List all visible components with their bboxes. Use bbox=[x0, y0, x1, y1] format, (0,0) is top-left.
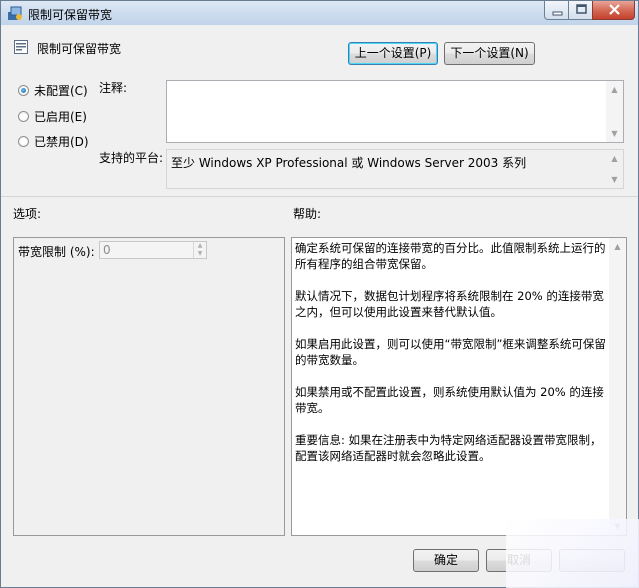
help-paragraph: 如果启用此设置，则可以使用“带宽限制”框来调整系统可保留的带宽数量。 bbox=[295, 337, 606, 367]
maximize-button[interactable] bbox=[568, 1, 593, 20]
radio-indicator[interactable] bbox=[18, 85, 29, 96]
radio-indicator[interactable] bbox=[18, 136, 29, 147]
minimize-icon bbox=[552, 11, 563, 16]
bandwidth-limit-spinner[interactable]: 0 ▲ ▼ bbox=[99, 241, 207, 259]
policy-dialog: 限制可保留带宽 限制可保留带宽 上一个设置(P) 下一个设置(N) 未配置(C)… bbox=[0, 0, 639, 588]
spin-up-icon[interactable]: ▲ bbox=[194, 242, 206, 250]
comment-textarea[interactable]: ▲ ▼ bbox=[166, 80, 624, 143]
enabled-radio[interactable]: 已启用(E) bbox=[18, 108, 87, 125]
policy-setting-icon bbox=[14, 40, 28, 54]
help-scrollbar[interactable]: ▲ ▼ bbox=[609, 238, 626, 535]
help-text: 确定系统可保留的连接带宽的百分比。此值限制系统上运行的所有程序的组合带宽保留。 … bbox=[295, 240, 608, 480]
radio-indicator[interactable] bbox=[18, 111, 29, 122]
policy-app-icon bbox=[8, 6, 22, 20]
supported-platform-box: 至少 Windows XP Professional 或 Windows Ser… bbox=[166, 149, 624, 189]
previous-setting-button[interactable]: 上一个设置(P) bbox=[348, 42, 438, 65]
close-icon bbox=[609, 4, 620, 15]
spinner-buttons[interactable]: ▲ ▼ bbox=[193, 242, 206, 258]
next-setting-button[interactable]: 下一个设置(N) bbox=[444, 42, 535, 65]
options-section-label: 选项: bbox=[13, 207, 42, 221]
radio-label: 已启用(E) bbox=[34, 110, 87, 124]
scroll-down-icon[interactable]: ▼ bbox=[606, 171, 623, 188]
close-button[interactable] bbox=[592, 1, 635, 20]
help-paragraph: 如果禁用或不配置此设置，则系统使用默认值为 20% 的连接带宽。 bbox=[295, 385, 604, 415]
bandwidth-limit-label: 带宽限制 (%): bbox=[18, 245, 95, 259]
help-paragraph: 默认情况下，数据包计划程序将系统限制在 20% 的连接带宽之内，但可以使用此设置… bbox=[295, 289, 604, 319]
comment-scrollbar[interactable]: ▲ ▼ bbox=[606, 81, 623, 142]
scroll-down-icon[interactable]: ▼ bbox=[606, 125, 623, 142]
options-panel bbox=[13, 237, 285, 536]
platform-value: 至少 Windows XP Professional 或 Windows Ser… bbox=[171, 156, 527, 170]
scroll-up-icon[interactable]: ▲ bbox=[609, 238, 626, 255]
ok-button[interactable]: 确定 bbox=[413, 549, 479, 572]
scroll-up-icon[interactable]: ▲ bbox=[606, 150, 623, 167]
maximize-icon bbox=[576, 4, 587, 14]
disabled-radio[interactable]: 已禁用(D) bbox=[18, 133, 89, 150]
radio-label: 未配置(C) bbox=[34, 84, 88, 98]
section-divider bbox=[1, 196, 638, 197]
policy-name: 限制可保留带宽 bbox=[37, 42, 122, 56]
scroll-up-icon[interactable]: ▲ bbox=[606, 81, 623, 98]
help-paragraph: 重要信息: 如果在注册表中为特定网络适配器设置带宽限制，配置该网络适配器时就会忽… bbox=[295, 433, 602, 463]
bandwidth-limit-value[interactable]: 0 bbox=[103, 243, 111, 257]
help-paragraph: 确定系统可保留的连接带宽的百分比。此值限制系统上运行的所有程序的组合带宽保留。 bbox=[295, 241, 606, 271]
window-title: 限制可保留带宽 bbox=[28, 8, 113, 22]
help-section-label: 帮助: bbox=[293, 207, 322, 221]
minimize-button[interactable] bbox=[544, 1, 569, 20]
platform-scrollbar[interactable]: ▲ ▼ bbox=[606, 150, 623, 188]
radio-label: 已禁用(D) bbox=[34, 135, 89, 149]
comment-label: 注释: bbox=[99, 81, 128, 95]
title-bar[interactable]: 限制可保留带宽 bbox=[1, 1, 638, 25]
help-panel: 确定系统可保留的连接带宽的百分比。此值限制系统上运行的所有程序的组合带宽保留。 … bbox=[291, 237, 627, 536]
not-configured-radio[interactable]: 未配置(C) bbox=[18, 82, 88, 99]
spin-down-icon[interactable]: ▼ bbox=[194, 250, 206, 258]
platform-label: 支持的平台: bbox=[99, 151, 164, 165]
blurred-overlay bbox=[506, 519, 639, 588]
